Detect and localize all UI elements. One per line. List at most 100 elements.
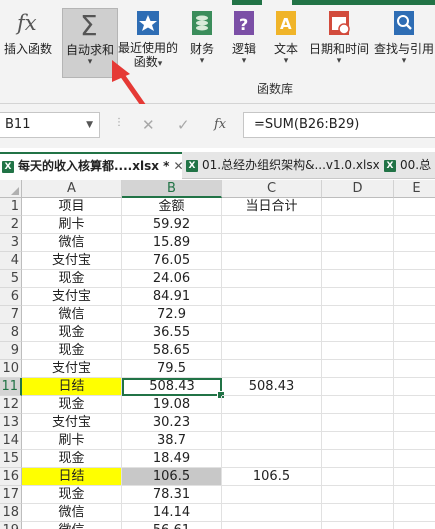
cell-a13[interactable]: 支付宝 bbox=[22, 414, 122, 432]
row-header[interactable]: 11 bbox=[0, 378, 22, 396]
cell-d15[interactable] bbox=[322, 450, 394, 468]
cell-c6[interactable] bbox=[222, 288, 322, 306]
cell-e15[interactable] bbox=[394, 450, 435, 468]
cell-d8[interactable] bbox=[322, 324, 394, 342]
cell-a19[interactable]: 微信 bbox=[22, 522, 122, 529]
workbook-tab-active[interactable]: X 每天的收入核算都....xlsx *✕ bbox=[0, 152, 182, 180]
cell-d19[interactable] bbox=[322, 522, 394, 529]
cell-a11[interactable]: 日结 bbox=[22, 378, 122, 396]
cell-a10[interactable]: 支付宝 bbox=[22, 360, 122, 378]
cell-c4[interactable] bbox=[222, 252, 322, 270]
date-time-button[interactable]: 日期和时间 ▾ bbox=[307, 8, 371, 66]
row-header[interactable]: 14 bbox=[0, 432, 22, 450]
cell-c2[interactable] bbox=[222, 216, 322, 234]
cell-e7[interactable] bbox=[394, 306, 435, 324]
cell-d18[interactable] bbox=[322, 504, 394, 522]
cell-e19[interactable] bbox=[394, 522, 435, 529]
cell-b3[interactable]: 15.89 bbox=[122, 234, 222, 252]
cell-d4[interactable] bbox=[322, 252, 394, 270]
cell-a1[interactable]: 项目 bbox=[22, 198, 122, 216]
cell-d10[interactable] bbox=[322, 360, 394, 378]
cell-b5[interactable]: 24.06 bbox=[122, 270, 222, 288]
cell-c5[interactable] bbox=[222, 270, 322, 288]
cell-e18[interactable] bbox=[394, 504, 435, 522]
cell-c7[interactable] bbox=[222, 306, 322, 324]
row-header[interactable]: 16 bbox=[0, 468, 22, 486]
cell-a9[interactable]: 现金 bbox=[22, 342, 122, 360]
row-header[interactable]: 7 bbox=[0, 306, 22, 324]
cell-e1[interactable] bbox=[394, 198, 435, 216]
cell-c15[interactable] bbox=[222, 450, 322, 468]
cell-d7[interactable] bbox=[322, 306, 394, 324]
cell-a8[interactable]: 现金 bbox=[22, 324, 122, 342]
cell-b19[interactable]: 56.61 bbox=[122, 522, 222, 529]
logic-button[interactable]: ? 逻辑 ▾ bbox=[226, 8, 262, 66]
column-header-d[interactable]: D bbox=[322, 180, 394, 198]
cell-e2[interactable] bbox=[394, 216, 435, 234]
row-header[interactable]: 13 bbox=[0, 414, 22, 432]
cell-c1[interactable]: 当日合计 bbox=[222, 198, 322, 216]
cell-a7[interactable]: 微信 bbox=[22, 306, 122, 324]
cell-e12[interactable] bbox=[394, 396, 435, 414]
cell-b9[interactable]: 58.65 bbox=[122, 342, 222, 360]
cell-a4[interactable]: 支付宝 bbox=[22, 252, 122, 270]
cell-c3[interactable] bbox=[222, 234, 322, 252]
row-header[interactable]: 10 bbox=[0, 360, 22, 378]
cell-a2[interactable]: 刷卡 bbox=[22, 216, 122, 234]
cell-b2[interactable]: 59.92 bbox=[122, 216, 222, 234]
cell-e6[interactable] bbox=[394, 288, 435, 306]
cancel-icon[interactable]: ✕ bbox=[142, 116, 155, 134]
enter-check-icon[interactable]: ✓ bbox=[177, 116, 190, 134]
cell-d17[interactable] bbox=[322, 486, 394, 504]
cell-d16[interactable] bbox=[322, 468, 394, 486]
cell-e4[interactable] bbox=[394, 252, 435, 270]
cell-b1[interactable]: 金额 bbox=[122, 198, 222, 216]
cell-e13[interactable] bbox=[394, 414, 435, 432]
row-header[interactable]: 17 bbox=[0, 486, 22, 504]
row-header[interactable]: 3 bbox=[0, 234, 22, 252]
cell-e10[interactable] bbox=[394, 360, 435, 378]
row-header[interactable]: 12 bbox=[0, 396, 22, 414]
cell-b10[interactable]: 79.5 bbox=[122, 360, 222, 378]
cell-e14[interactable] bbox=[394, 432, 435, 450]
cell-d1[interactable] bbox=[322, 198, 394, 216]
cell-c10[interactable] bbox=[222, 360, 322, 378]
cell-a6[interactable]: 支付宝 bbox=[22, 288, 122, 306]
cell-e17[interactable] bbox=[394, 486, 435, 504]
cell-a3[interactable]: 微信 bbox=[22, 234, 122, 252]
row-header[interactable]: 4 bbox=[0, 252, 22, 270]
cell-c11[interactable]: 508.43 bbox=[222, 378, 322, 396]
workbook-tab[interactable]: X01.总经办组织架构&...v1.0.xlsx✕ bbox=[186, 154, 379, 176]
cell-c16[interactable]: 106.5 bbox=[222, 468, 322, 486]
row-header[interactable]: 19 bbox=[0, 522, 22, 529]
select-all-corner[interactable] bbox=[0, 180, 22, 198]
cell-d12[interactable] bbox=[322, 396, 394, 414]
cell-c17[interactable] bbox=[222, 486, 322, 504]
cell-b11[interactable]: 508.43 bbox=[122, 378, 222, 396]
insert-function-button[interactable]: fx 插入函数 bbox=[2, 8, 54, 57]
column-header-b[interactable]: B bbox=[122, 180, 222, 198]
cell-c14[interactable] bbox=[222, 432, 322, 450]
cell-c13[interactable] bbox=[222, 414, 322, 432]
cell-a18[interactable]: 微信 bbox=[22, 504, 122, 522]
cell-e16[interactable] bbox=[394, 468, 435, 486]
cell-d5[interactable] bbox=[322, 270, 394, 288]
cell-c8[interactable] bbox=[222, 324, 322, 342]
row-header[interactable]: 1 bbox=[0, 198, 22, 216]
column-header-c[interactable]: C bbox=[222, 180, 322, 198]
lookup-reference-button[interactable]: 查找与引用 ▾ bbox=[373, 8, 435, 66]
cell-a14[interactable]: 刷卡 bbox=[22, 432, 122, 450]
cell-d9[interactable] bbox=[322, 342, 394, 360]
cell-c9[interactable] bbox=[222, 342, 322, 360]
cell-b14[interactable]: 38.7 bbox=[122, 432, 222, 450]
cell-b15[interactable]: 18.49 bbox=[122, 450, 222, 468]
cell-b12[interactable]: 19.08 bbox=[122, 396, 222, 414]
cell-d3[interactable] bbox=[322, 234, 394, 252]
close-icon[interactable]: ✕ bbox=[173, 159, 182, 173]
cell-c18[interactable] bbox=[222, 504, 322, 522]
cell-b7[interactable]: 72.9 bbox=[122, 306, 222, 324]
row-header[interactable]: 15 bbox=[0, 450, 22, 468]
cell-c19[interactable] bbox=[222, 522, 322, 529]
cell-b8[interactable]: 36.55 bbox=[122, 324, 222, 342]
row-header[interactable]: 6 bbox=[0, 288, 22, 306]
